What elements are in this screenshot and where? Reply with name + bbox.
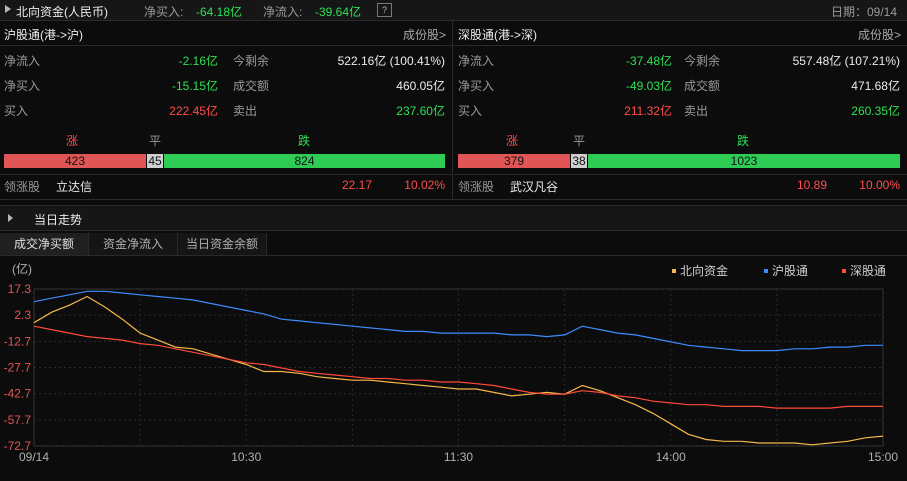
expand-triangle-icon[interactable] <box>8 214 13 222</box>
y-tick-label: 17.3 <box>8 282 32 296</box>
sz-panel-title: 深股通(港->深) <box>458 28 537 42</box>
x-tick-label: 14:00 <box>656 450 686 464</box>
sh-value: 222.45亿 <box>169 104 218 118</box>
x-tick-label: 15:00 <box>868 450 898 464</box>
collapse-triangle-icon[interactable] <box>5 5 11 13</box>
sz-label: 成交额 <box>684 79 721 93</box>
y-tick-label: -57.7 <box>4 413 32 427</box>
sz-label: 今剩余 <box>684 54 721 68</box>
legend-entry: 北向资金 <box>680 263 728 278</box>
net-buy-label: 净买入: <box>144 5 184 19</box>
y-tick-label: -42.7 <box>4 387 32 401</box>
x-tick-label: 10:30 <box>231 450 261 464</box>
y-tick-label: -12.7 <box>4 334 32 348</box>
sh-row-trade: 买入 222.45亿 卖出 237.60亿 <box>0 98 452 120</box>
sz-panel-header: 深股通(港->深) 成份股> <box>454 21 907 46</box>
sh-flat-label: 平 <box>149 134 162 148</box>
sz-label: 净流入 <box>458 54 495 68</box>
help-icon[interactable]: ? <box>377 3 392 17</box>
intraday-section-header: 当日走势 <box>0 205 907 231</box>
tab-net-buy[interactable]: 成交净买额 <box>0 233 89 255</box>
x-tick-label: 09/14 <box>19 450 49 464</box>
sh-label: 成交额 <box>233 79 270 93</box>
sh-label: 卖出 <box>233 104 258 118</box>
sz-constituents-link[interactable]: 成份股> <box>858 26 901 43</box>
net-buy-value: -64.18亿 <box>196 5 243 19</box>
sz-up-label: 涨 <box>506 134 519 148</box>
sz-label: 买入 <box>458 104 483 118</box>
sz-row-buy: 净买入 -49.03亿 成交额 471.68亿 <box>454 73 907 95</box>
sh-value: -2.16亿 <box>178 54 218 68</box>
sz-value: 260.35亿 <box>851 104 900 118</box>
net-flow-label: 净流入: <box>263 5 303 19</box>
north-fund-title: 北向资金(人民币) <box>16 5 108 19</box>
sz-down-label: 跌 <box>737 134 750 148</box>
sh-leader-label: 领涨股 <box>4 180 41 194</box>
tab-balance[interactable]: 当日资金余额 <box>178 233 267 255</box>
sz-label: 净买入 <box>458 79 495 93</box>
legend-entry: 沪股通 <box>772 264 808 278</box>
x-tick-label: 11:30 <box>444 450 473 464</box>
sh-label: 买入 <box>4 104 29 118</box>
legend-entry: 深股通 <box>850 264 886 278</box>
sh-flat-bar: 45 <box>147 154 163 168</box>
sh-label: 今剩余 <box>233 54 270 68</box>
y-axis-unit: (亿) <box>12 261 32 276</box>
sh-constituents-link[interactable]: 成份股> <box>403 26 446 43</box>
tab-net-inflow[interactable]: 资金净流入 <box>89 233 178 255</box>
sh-down-bar: 824 <box>164 154 445 168</box>
sz-flat-label: 平 <box>573 134 586 148</box>
intraday-flow-chart: 17.32.3-12.7-27.7-42.7-57.7-72.709/14 10:… <box>4 261 899 464</box>
sz-flat-bar: 38 <box>571 154 587 168</box>
top-bar: 北向资金(人民币) 净买入: -64.18亿 净流入: -39.64亿 ? 日期… <box>0 0 907 21</box>
sh-panel-header: 沪股通(港->沪) 成份股> <box>0 21 452 46</box>
sh-row-inflow: 净流入 -2.16亿 今剩余 522.16亿 (100.41%) <box>0 48 452 70</box>
legend-swatch <box>672 269 676 273</box>
sh-label: 净买入 <box>4 79 41 93</box>
sh-value: 237.60亿 <box>396 104 445 118</box>
sz-value: -37.48亿 <box>625 54 672 68</box>
sz-leader-name[interactable]: 武汉凡谷 <box>510 178 558 195</box>
y-tick-label: 2.3 <box>14 308 31 322</box>
chart-tabs: 成交净买额 资金净流入 当日资金余额 <box>0 233 907 256</box>
sz-value: 471.68亿 <box>851 79 900 93</box>
sz-label: 卖出 <box>684 104 709 118</box>
intraday-section-title: 当日走势 <box>34 213 83 227</box>
sh-leader-name[interactable]: 立达信 <box>56 178 92 195</box>
legend-swatch <box>764 269 768 273</box>
sh-up-label: 涨 <box>66 134 79 148</box>
sh-row-buy: 净买入 -15.15亿 成交额 460.05亿 <box>0 73 452 95</box>
sz-row-inflow: 净流入 -37.48亿 今剩余 557.48亿 (107.21%) <box>454 48 907 70</box>
sz-leader-pct: 10.00% <box>859 178 900 192</box>
sz-leader-label: 领涨股 <box>458 180 495 194</box>
sz-row-trade: 买入 211.32亿 卖出 260.35亿 <box>454 98 907 120</box>
sz-value: -49.03亿 <box>625 79 672 93</box>
sh-connect-panel: 沪股通(港->沪) 成份股> 净流入 -2.16亿 今剩余 522.16亿 (1… <box>0 21 453 199</box>
sh-label: 净流入 <box>4 54 41 68</box>
date-label: 日期：09/14 <box>831 5 898 19</box>
y-tick-label: -27.7 <box>4 361 32 375</box>
net-flow-value: -39.64亿 <box>315 5 362 19</box>
sz-up-bar: 379 <box>458 154 570 168</box>
sh-down-label: 跌 <box>298 134 311 148</box>
sz-value: 211.32亿 <box>624 104 672 118</box>
sh-value: 460.05亿 <box>396 79 445 93</box>
sh-leader-price: 22.17 <box>341 178 372 192</box>
sh-leader-pct: 10.02% <box>404 178 445 192</box>
sz-value: 557.48亿 (107.21%) <box>792 54 900 68</box>
sh-panel-title: 沪股通(港->沪) <box>4 28 83 42</box>
sz-connect-panel: 深股通(港->深) 成份股> 净流入 -37.48亿 今剩余 557.48亿 (… <box>454 21 907 199</box>
legend-swatch <box>842 269 846 273</box>
sh-value: -15.15亿 <box>171 79 218 93</box>
sz-down-bar: 1023 <box>588 154 900 168</box>
sz-leader-price: 10.89 <box>796 178 827 192</box>
sh-value: 522.16亿 (100.41%) <box>337 54 445 68</box>
sh-up-bar: 423 <box>4 154 146 168</box>
